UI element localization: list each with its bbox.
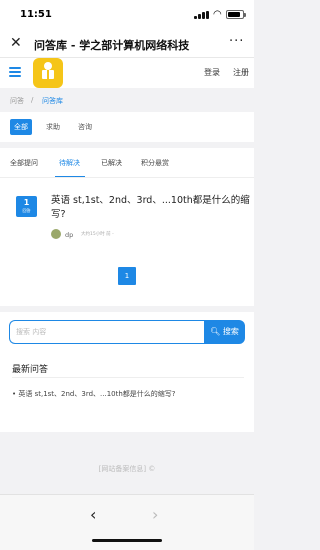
crumb-qa[interactable]: 问答 — [10, 96, 24, 106]
browser-bottom-bar: ‹ › — [0, 494, 254, 550]
sidebar-card: 搜索 内容 🔍︎ 搜索 最新问答 • 英语 st,1st、2nd、3rd、...… — [0, 312, 254, 432]
footer-text[interactable]: [网站备案信息] © — [0, 464, 254, 474]
answer-count: 1 — [23, 198, 30, 207]
footer: [网站备案信息] © — [0, 438, 254, 494]
battery-icon — [226, 10, 246, 19]
search-input[interactable]: 搜索 内容 — [9, 320, 205, 344]
tab-solved[interactable]: 已解决 — [101, 158, 122, 168]
login-link[interactable]: 登录 — [204, 67, 220, 78]
status-bar: 11:51 ◠ — [0, 0, 254, 30]
category-bar: 全部 求助 咨询 — [0, 112, 254, 142]
close-icon[interactable]: ✕ — [10, 35, 22, 51]
question-title[interactable]: 英语 st,1st、2nd、3rd、...10th都是什么的缩写? — [51, 194, 251, 222]
question-time: 大约15小时 前 - — [81, 232, 114, 237]
signal-icon — [194, 11, 210, 19]
answer-count-label: 回答 — [22, 208, 31, 213]
browser-nav-bar: ✕ 问答库 - 学之部计算机网络科技 ··· — [0, 30, 254, 58]
latest-item-label: 英语 st,1st、2nd、3rd、...10th都是什么的缩写? — [18, 390, 176, 398]
latest-item[interactable]: • 英语 st,1st、2nd、3rd、...10th都是什么的缩写? — [12, 389, 176, 399]
site-header: 登录 注册 — [0, 58, 254, 88]
wifi-icon: ◠ — [213, 9, 222, 20]
register-link[interactable]: 注册 — [233, 67, 249, 78]
latest-title: 最新问答 — [12, 365, 49, 375]
crumb-separator: / — [31, 96, 34, 104]
category-help[interactable]: 求助 — [42, 119, 64, 135]
breadcrumb: 问答 / 问答库 — [0, 90, 254, 110]
question-list-card: 全部提问 待解决 已解决 积分悬赏 1 回答 英语 st,1st、2nd、3rd… — [0, 148, 254, 306]
category-consult[interactable]: 咨询 — [74, 119, 96, 135]
home-indicator[interactable] — [92, 539, 162, 542]
search-icon: 🔍︎ — [210, 327, 221, 336]
search-button[interactable]: 🔍︎ 搜索 — [204, 320, 245, 344]
category-all[interactable]: 全部 — [10, 119, 32, 135]
menu-icon[interactable] — [9, 67, 21, 77]
tab-bounty[interactable]: 积分悬赏 — [141, 158, 169, 168]
more-icon[interactable]: ··· — [229, 34, 244, 49]
divider — [12, 377, 244, 378]
forward-arrow-icon[interactable]: › — [152, 505, 158, 524]
answer-count-badge: 1 回答 — [16, 196, 37, 217]
crumb-qa-library[interactable]: 问答库 — [42, 96, 63, 106]
back-arrow-icon[interactable]: ‹ — [90, 505, 96, 524]
search-button-label: 搜索 — [222, 327, 239, 336]
logo-icon[interactable] — [33, 58, 63, 88]
question-author[interactable]: dp — [65, 231, 73, 239]
avatar[interactable] — [51, 229, 61, 239]
pagination-page[interactable]: 1 — [118, 267, 136, 285]
page-title: 问答库 - 学之部计算机网络科技 — [34, 39, 190, 52]
tab-all-questions[interactable]: 全部提问 — [10, 158, 38, 168]
tab-pending[interactable]: 待解决 — [59, 158, 80, 168]
divider — [0, 177, 254, 178]
status-time: 11:51 — [20, 9, 52, 20]
